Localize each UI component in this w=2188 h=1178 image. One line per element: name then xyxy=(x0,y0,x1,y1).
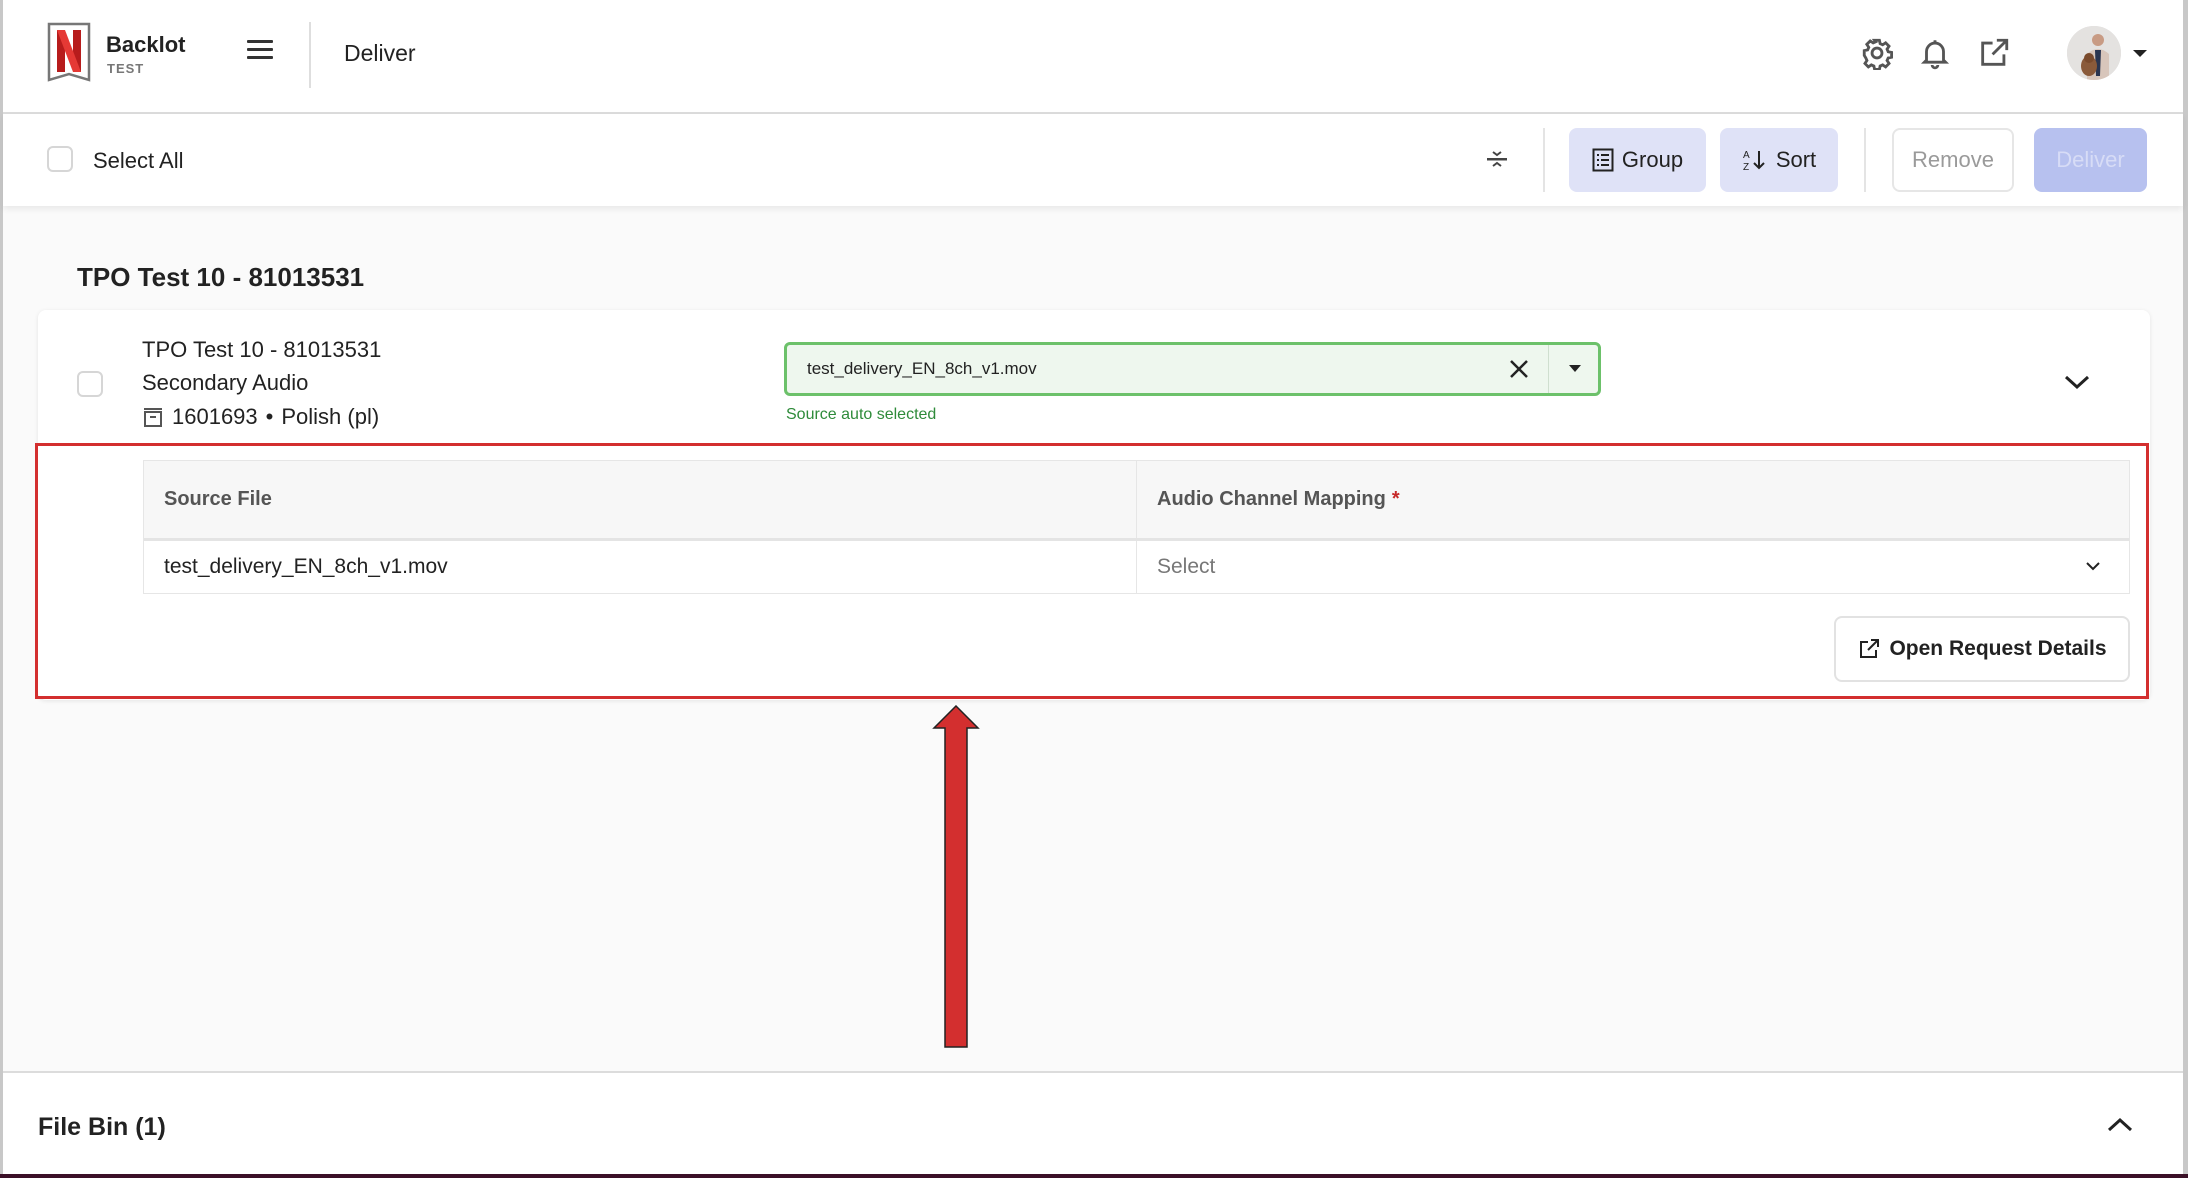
source-file-value: test_delivery_EN_8ch_v1.mov xyxy=(807,359,1037,378)
list-group-icon xyxy=(1592,148,1614,172)
archive-box-icon xyxy=(144,408,162,427)
item-meta: 1601693 • Polish (pl) xyxy=(142,404,379,430)
remove-button[interactable]: Remove xyxy=(1892,128,2014,192)
sort-button-label: Sort xyxy=(1775,147,1817,172)
page-title: Deliver xyxy=(344,40,416,66)
settings-icon[interactable] xyxy=(1860,36,1894,70)
item-checkbox[interactable] xyxy=(77,371,103,397)
user-menu-caret-icon[interactable] xyxy=(2133,50,2147,57)
item-language: Polish (pl) xyxy=(281,404,380,429)
clear-selection-icon[interactable] xyxy=(1505,355,1533,383)
select-divider xyxy=(1548,345,1549,393)
deliver-button[interactable]: Deliver xyxy=(2034,128,2147,192)
window-border-bottom xyxy=(0,1174,2188,1178)
file-bin-panel: File Bin (1) xyxy=(3,1071,2183,1174)
source-file-select[interactable]: test_delivery_EN_8ch_v1.mov xyxy=(784,342,1601,396)
open-request-details-button[interactable]: Open Request Details xyxy=(1834,616,2130,682)
sort-az-icon: A Z xyxy=(1743,150,1765,173)
open-request-details-label: Open Request Details xyxy=(1889,637,2107,660)
meta-separator: • xyxy=(265,404,274,429)
remove-button-label: Remove xyxy=(1912,147,1994,172)
user-avatar[interactable] xyxy=(2067,26,2121,80)
dropdown-caret-icon[interactable] xyxy=(1569,365,1581,372)
external-link-icon xyxy=(1860,639,1880,658)
collapse-all-icon[interactable] xyxy=(1480,142,1514,176)
table-header: Source File Audio Channel Mapping * xyxy=(144,461,2129,541)
file-bin-title[interactable]: File Bin (1) xyxy=(38,1113,166,1142)
required-marker: * xyxy=(1391,488,1400,510)
action-toolbar: Select All xyxy=(3,114,2183,206)
select-all-checkbox[interactable] xyxy=(47,146,73,172)
chevron-up-icon[interactable] xyxy=(2103,1111,2137,1139)
mapping-placeholder: Select xyxy=(1157,555,1216,578)
group-title: TPO Test 10 - 81013531 xyxy=(77,262,365,292)
notifications-bell-icon[interactable] xyxy=(1918,36,1952,70)
group-button-label: Group xyxy=(1621,147,1684,172)
deliver-button-label: Deliver xyxy=(2056,147,2125,172)
select-all-label[interactable]: Select All xyxy=(93,148,184,174)
window-border-right xyxy=(2183,0,2188,1178)
svg-text:Z: Z xyxy=(1743,162,1749,173)
item-title: TPO Test 10 - 81013531 xyxy=(142,337,382,362)
chevron-down-icon[interactable] xyxy=(2060,368,2094,396)
table-row: test_delivery_EN_8ch_v1.mov Select xyxy=(144,541,2129,593)
app-header: Backlot TEST Deliver xyxy=(3,0,2183,114)
annotation-arrow-up-icon xyxy=(932,705,980,1048)
column-header-audio-channel-mapping: Audio Channel Mapping * xyxy=(1157,488,1400,510)
audio-mapping-table: Source File Audio Channel Mapping * test… xyxy=(143,460,2130,594)
toolbar-divider xyxy=(1543,128,1545,192)
column-header-source-file: Source File xyxy=(144,461,1137,538)
item-id: 1601693 xyxy=(172,404,258,429)
toolbar-divider xyxy=(1864,128,1866,192)
netflix-logo-icon[interactable] xyxy=(47,22,91,85)
external-link-icon[interactable] xyxy=(1977,36,2011,70)
hamburger-menu-icon[interactable] xyxy=(247,40,273,62)
audio-channel-mapping-select[interactable]: Select xyxy=(1137,541,2129,593)
header-divider xyxy=(309,22,311,88)
app-window: Backlot TEST Deliver Select All Group A … xyxy=(0,0,2188,1178)
avatar-photo-icon xyxy=(2067,26,2121,80)
sort-button[interactable]: A Z Sort xyxy=(1720,128,1838,192)
group-button[interactable]: Group xyxy=(1569,128,1706,192)
environment-label: TEST xyxy=(107,61,145,76)
chevron-down-icon xyxy=(2086,562,2100,571)
svg-text:A: A xyxy=(1743,150,1750,161)
brand-name: Backlot xyxy=(106,32,186,57)
item-type: Secondary Audio xyxy=(142,370,309,395)
source-file-cell: test_delivery_EN_8ch_v1.mov xyxy=(144,541,1137,593)
source-auto-selected-hint: Source auto selected xyxy=(786,406,937,423)
